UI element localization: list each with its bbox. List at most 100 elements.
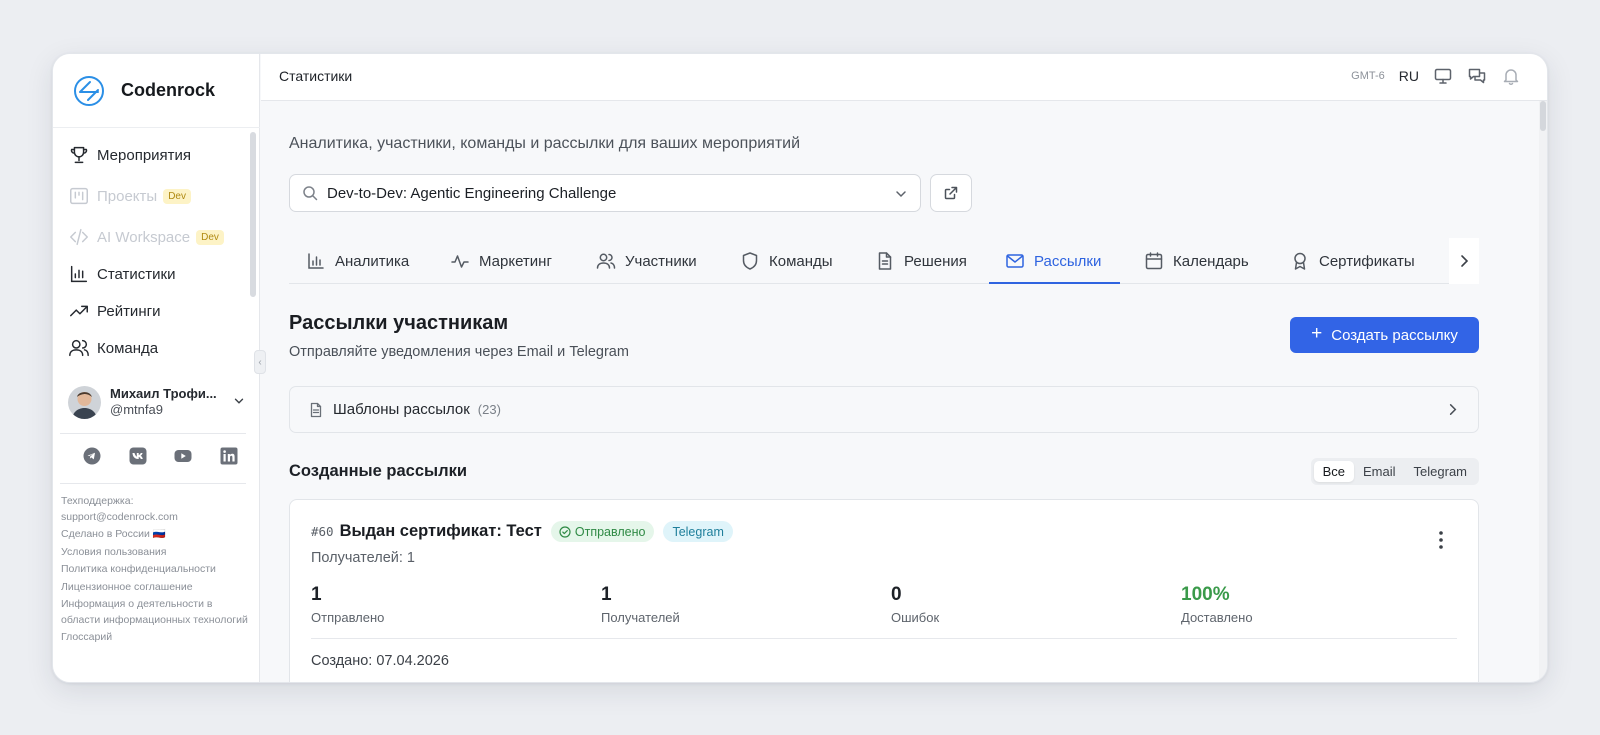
chevron-down-icon[interactable] (232, 394, 246, 408)
users-icon (69, 339, 89, 357)
activity-icon (451, 255, 469, 268)
sidebar-item-label: Проекты (97, 187, 158, 205)
tab-label: Участники (625, 252, 697, 270)
search-icon (303, 186, 318, 201)
license-link[interactable]: Лицензионное соглашение (61, 580, 251, 596)
filter-all[interactable]: Все (1313, 461, 1355, 482)
stat-label: Ошибок (891, 610, 940, 625)
user-handle: @mtnfa9 (110, 402, 163, 417)
shield-icon (742, 252, 758, 270)
timezone-indicator[interactable]: GMT-6 (1351, 70, 1385, 82)
stat-value: 1 (601, 584, 612, 605)
tab-label: Рассылки (1034, 252, 1102, 270)
tabs-scroll-right-button[interactable] (1449, 238, 1479, 284)
stat-delivered: 100% Доставлено (1181, 584, 1253, 625)
event-select[interactable]: Dev-to-Dev: Agentic Engineering Challeng… (289, 174, 921, 212)
tab-participants[interactable]: Участники (596, 238, 697, 284)
page-subtitle: Аналитика, участники, команды и рассылки… (289, 135, 801, 152)
channel-filter: Все Email Telegram (1310, 458, 1479, 485)
mailing-created-at: Создано: 07.04.2026 (311, 653, 449, 669)
chevron-down-icon (896, 191, 906, 198)
made-in-russia: Сделано в России 🇷🇺 (61, 528, 166, 540)
chevron-left-icon: ‹ (258, 356, 262, 368)
section-title: Рассылки участникам (289, 312, 509, 334)
tab-teams[interactable]: Команды (740, 238, 833, 284)
it-info-link[interactable]: Информация о деятельности в области инфо… (61, 597, 251, 628)
linkedin-icon[interactable] (220, 447, 238, 465)
vk-icon[interactable] (129, 447, 147, 465)
code-icon (70, 228, 88, 246)
sidebar-item-statistics[interactable]: Статистики (68, 259, 176, 289)
sidebar-item-label: AI Workspace (97, 228, 191, 246)
templates-row[interactable]: Шаблоны рассылок (23) (289, 386, 1479, 433)
stat-label: Доставлено (1181, 610, 1253, 625)
sidebar-item-label: Команда (97, 339, 159, 357)
sidebar-item-events[interactable]: Мероприятия (68, 140, 191, 170)
mailing-recipients: Получателей: 1 (311, 550, 415, 566)
more-vertical-icon[interactable] (1438, 530, 1444, 550)
file-text-icon (878, 252, 892, 270)
create-mailing-button[interactable]: + Создать рассылку (1290, 317, 1479, 353)
tab-mailings[interactable]: Рассылки (1005, 238, 1101, 284)
dev-badge: Dev (163, 188, 191, 204)
open-event-button[interactable] (930, 174, 972, 212)
plus-icon: + (1311, 323, 1323, 344)
created-mailings-title: Созданные рассылки (289, 462, 467, 480)
divider (60, 433, 246, 434)
sidebar-item-ratings[interactable]: Рейтинги (68, 296, 160, 326)
filter-telegram[interactable]: Telegram (1405, 461, 1476, 482)
sidebar-footer: Техподдержка: support@codenrock.com Сдел… (61, 494, 251, 648)
support-block: Техподдержка: support@codenrock.com (61, 494, 251, 525)
tab-marketing[interactable]: Маркетинг (450, 238, 552, 284)
stat-label: Получателей (601, 610, 680, 625)
sidebar-item-ai-workspace[interactable]: AI Workspace Dev (68, 222, 224, 252)
sidebar-item-team[interactable]: Команда (68, 333, 158, 363)
chat-icon[interactable] (1467, 66, 1487, 86)
mail-icon (1006, 254, 1024, 268)
kanban-icon (70, 187, 88, 205)
divider (60, 483, 246, 484)
sidebar-item-label: Рейтинги (97, 302, 161, 320)
support-label: Техподдержка: (61, 495, 134, 507)
filter-email[interactable]: Email (1354, 461, 1405, 482)
support-email-link[interactable]: support@codenrock.com (61, 511, 178, 523)
mailing-card[interactable]: #60 Выдан сертификат: Тест Отправлено Te… (289, 499, 1479, 682)
sidebar-item-projects[interactable]: Проекты Dev (68, 181, 191, 211)
stat-value: 1 (311, 584, 322, 605)
brand[interactable]: Codenrock (53, 54, 260, 128)
bell-icon[interactable] (1501, 66, 1521, 86)
trending-up-icon (70, 305, 88, 317)
mailing-card-header: #60 Выдан сертификат: Тест Отправлено Te… (311, 521, 733, 542)
mailing-number: #60 (311, 524, 334, 539)
telegram-icon[interactable] (83, 447, 101, 465)
mailing-title: Выдан сертификат: Тест (339, 522, 542, 540)
main-scrollbar[interactable] (1539, 101, 1547, 682)
monitor-icon[interactable] (1433, 66, 1453, 86)
user-name: Михаил Трофи... (110, 386, 217, 401)
topbar: Статистики GMT-6 RU (261, 54, 1547, 101)
sidebar: Codenrock Мероприятия Проекты Dev AI Wor… (53, 54, 260, 682)
tab-analytics[interactable]: Аналитика (306, 238, 409, 284)
user-info: Михаил Трофи... @mtnfa9 (110, 386, 217, 418)
calendar-icon (1145, 252, 1163, 270)
tab-certificates[interactable]: Сертификаты (1290, 238, 1415, 284)
channel-badge: Telegram (663, 521, 733, 542)
tab-label: Решения (904, 252, 967, 270)
external-link-icon (944, 186, 958, 200)
codenrock-logo-icon (74, 75, 104, 106)
terms-link[interactable]: Условия пользования (61, 545, 251, 561)
glossary-link[interactable]: Глоссарий (61, 630, 251, 646)
sidebar-scrollbar[interactable] (250, 132, 256, 297)
youtube-icon[interactable] (174, 447, 192, 465)
language-switcher[interactable]: RU (1399, 68, 1419, 84)
section-description: Отправляйте уведомления через Email и Te… (289, 344, 629, 360)
topbar-actions: GMT-6 RU (1351, 66, 1521, 86)
tab-solutions[interactable]: Решения (875, 238, 967, 284)
user-profile[interactable]: Михаил Трофи... @mtnfa9 (68, 384, 248, 420)
privacy-link[interactable]: Политика конфиденциальности (61, 562, 251, 578)
scrollbar-thumb[interactable] (1540, 101, 1546, 131)
tab-calendar[interactable]: Календарь (1144, 238, 1249, 284)
avatar-image (68, 385, 101, 419)
tab-label: Аналитика (335, 252, 410, 270)
sidebar-collapse-button[interactable]: ‹ (254, 350, 266, 374)
